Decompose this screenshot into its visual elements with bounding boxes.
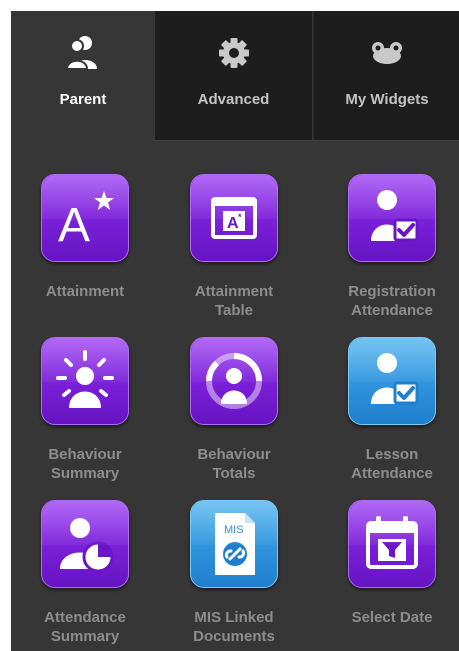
widget-attainment-table[interactable]: A * Attainment Table [159, 174, 309, 334]
attainment-table-icon: A * [190, 174, 278, 262]
widget-label: Attainment [45, 283, 125, 300]
widget-lesson-attendance[interactable]: Lesson Attendance [317, 337, 459, 497]
tab-label: Advanced [197, 91, 270, 108]
widget-label: Attainment Table [194, 283, 274, 319]
gear-icon [214, 33, 254, 73]
doc-badge: MIS [224, 524, 244, 536]
registration-checkmark-icon [348, 174, 436, 262]
tab-label: My Widgets [345, 91, 429, 108]
frog-icon [367, 33, 407, 73]
widget-panel: Parent Advanced My Widgets A Attainment … [11, 11, 459, 651]
widget-label: Behaviour Summary [48, 446, 122, 482]
lesson-checkmark-icon [348, 337, 436, 425]
mis-document-icon: MIS [190, 500, 278, 588]
attendance-pie-icon [41, 500, 129, 588]
widget-label: Select Date [351, 609, 433, 626]
svg-text:*: * [238, 212, 242, 222]
tab-bar: Parent Advanced My Widgets [11, 11, 459, 141]
widget-mis-linked-documents[interactable]: MIS MIS Linked Documents [159, 500, 309, 651]
calendar-filter-icon [348, 500, 436, 588]
widget-behaviour-summary[interactable]: Behaviour Summary [11, 337, 160, 497]
widget-behaviour-totals[interactable]: Behaviour Totals [159, 337, 309, 497]
widget-label: Behaviour Totals [197, 446, 271, 482]
tab-parent[interactable]: Parent [11, 11, 155, 141]
svg-text:A: A [227, 215, 239, 232]
behaviour-sun-icon [41, 337, 129, 425]
tab-my-widgets[interactable]: My Widgets [313, 11, 459, 141]
attainment-star-icon: A [41, 174, 129, 262]
widget-label: Lesson Attendance [351, 446, 433, 482]
svg-text:A: A [58, 199, 90, 252]
behaviour-person-ring-icon [190, 337, 278, 425]
widget-attainment[interactable]: A Attainment [11, 174, 160, 334]
widget-registration-attendance[interactable]: Registration Attendance [317, 174, 459, 334]
widget-label: Registration Attendance [348, 283, 436, 319]
tab-divider [155, 140, 459, 141]
tab-advanced[interactable]: Advanced [155, 11, 312, 141]
parent-icon [63, 33, 103, 73]
widget-attendance-summary[interactable]: Attendance Summary [11, 500, 160, 651]
widget-select-date[interactable]: Select Date [317, 500, 459, 651]
widget-label: MIS Linked Documents [193, 609, 275, 645]
tab-label: Parent [59, 91, 107, 108]
widget-label: Attendance Summary [44, 609, 126, 645]
